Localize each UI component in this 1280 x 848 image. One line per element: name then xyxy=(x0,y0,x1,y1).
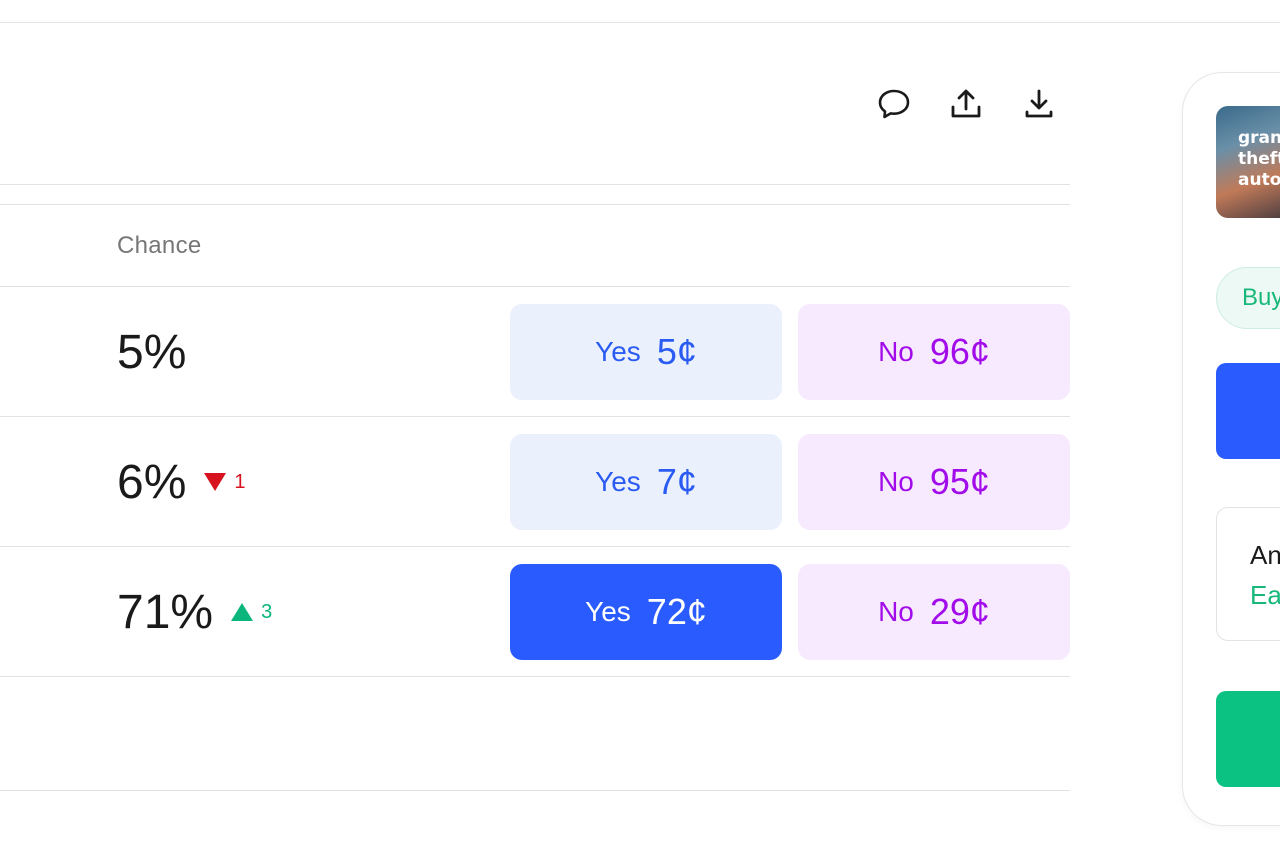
chance-value: 6% 1 xyxy=(117,455,246,509)
buy-yes-button[interactable]: Yes 5¢ xyxy=(510,304,782,400)
no-price: 29¢ xyxy=(929,591,990,632)
no-price: 95¢ xyxy=(929,461,990,502)
yes-label: Yes xyxy=(595,466,641,497)
chance-change-up: 3 xyxy=(231,601,272,624)
no-price: 96¢ xyxy=(929,331,990,372)
yes-label: Yes xyxy=(595,336,641,367)
yes-label: Yes xyxy=(585,596,631,627)
share-icon[interactable] xyxy=(946,84,986,124)
buy-no-button[interactable]: No 96¢ xyxy=(798,304,1070,400)
yes-price: 5¢ xyxy=(656,331,697,372)
table-row: 5% Yes 5¢ No 96¢ xyxy=(0,287,1070,417)
triangle-up-icon xyxy=(231,603,254,621)
outcome-yes-selector[interactable] xyxy=(1216,363,1280,459)
buy-no-button[interactable]: No 95¢ xyxy=(798,434,1070,530)
triangle-down-icon xyxy=(204,473,227,491)
no-label: No xyxy=(878,596,914,627)
chance-value: 71% 3 xyxy=(117,585,273,639)
chance-value: 5% xyxy=(117,325,187,379)
info-card-title: An xyxy=(1250,540,1280,570)
buy-tab[interactable]: Buy xyxy=(1216,267,1280,329)
submit-trade-button[interactable] xyxy=(1216,691,1280,787)
divider xyxy=(0,676,1070,677)
buy-yes-button[interactable]: Yes 7¢ xyxy=(510,434,782,530)
table-row: 71% 3 Yes 72¢ No 29¢ xyxy=(0,547,1070,677)
yes-price: 72¢ xyxy=(646,591,707,632)
yes-price: 7¢ xyxy=(656,461,697,502)
thumbnail-logo-text: grand theft auto xyxy=(1238,128,1280,190)
trade-panel: grand theft auto Buy An Ea xyxy=(1182,72,1280,826)
info-card[interactable]: An Ea xyxy=(1216,507,1280,641)
top-divider xyxy=(0,22,1280,23)
divider xyxy=(0,184,1070,185)
no-label: No xyxy=(878,336,914,367)
market-thumbnail: grand theft auto xyxy=(1216,106,1280,218)
chance-column-header: Chance xyxy=(117,232,202,259)
chance-change-down: 1 xyxy=(204,471,246,494)
comment-icon[interactable] xyxy=(874,84,914,124)
info-card-subtitle: Ea xyxy=(1250,580,1280,610)
download-icon[interactable] xyxy=(1019,84,1059,124)
buy-yes-button-selected[interactable]: Yes 72¢ xyxy=(510,564,782,660)
no-label: No xyxy=(878,466,914,497)
table-row: 6% 1 Yes 7¢ No 95¢ xyxy=(0,417,1070,547)
buy-no-button[interactable]: No 29¢ xyxy=(798,564,1070,660)
divider xyxy=(0,790,1070,791)
divider xyxy=(0,204,1070,205)
